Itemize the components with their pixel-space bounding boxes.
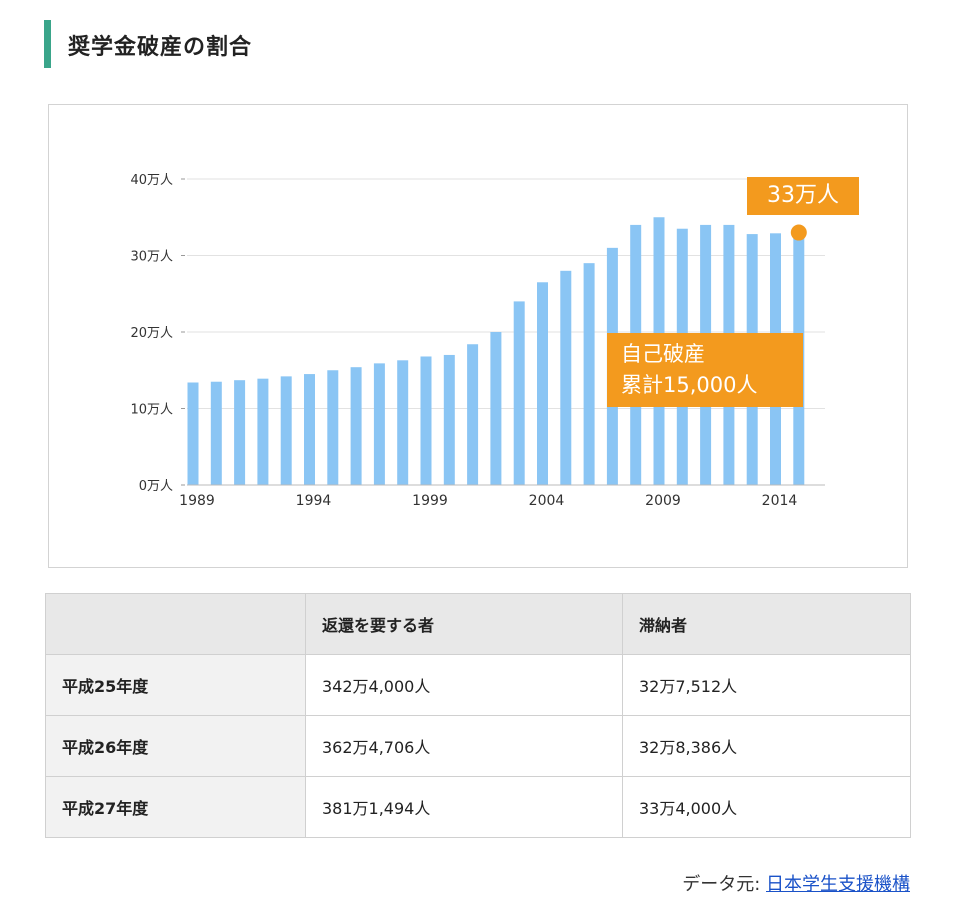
marker-callout: 33万人 — [747, 177, 859, 215]
bar — [560, 270, 572, 485]
table-row: 平成27年度 381万1,494人 33万4,000人 — [45, 776, 911, 838]
y-tick-label: 0万人 — [139, 479, 173, 494]
bar — [327, 370, 339, 485]
x-tick-label: 2014 — [762, 493, 798, 509]
table-row: 平成25年度 342万4,000人 32万7,512人 — [45, 654, 911, 716]
row-label: 平成27年度 — [45, 776, 306, 838]
x-tick-label: 1994 — [296, 493, 332, 509]
cell-delinquent: 32万7,512人 — [622, 654, 911, 716]
table-row: 平成26年度 362万4,706人 32万8,386人 — [45, 715, 911, 777]
bar — [490, 332, 502, 485]
heading-accent-bar — [44, 20, 51, 68]
page-title: 奨学金破産の割合 — [68, 35, 253, 60]
source-label: データ元: — [682, 874, 766, 895]
bar — [513, 301, 525, 485]
annotation-line-1: 自己破産 — [621, 342, 705, 366]
bar — [397, 360, 409, 485]
table-header-row: 返還を要する者 滞納者 — [45, 593, 911, 655]
y-tick-label: 10万人 — [130, 403, 173, 418]
bar — [583, 263, 595, 485]
bar — [373, 363, 385, 485]
chart-container: 0万人 10万人 20万人 30万人 40万人 1989 1994 1999 2004 2009 2… — [48, 104, 908, 568]
bar — [537, 282, 548, 485]
cell-delinquent: 33万4,000人 — [622, 776, 911, 838]
bar — [234, 380, 246, 485]
cell-repayers: 381万1,494人 — [305, 776, 623, 838]
bar — [257, 378, 269, 485]
y-tick-label: 40万人 — [130, 173, 173, 188]
data-table: 返還を要する者 滞納者 平成25年度 342万4,000人 32万7,512人 … — [45, 593, 911, 838]
annotation-callout: 自己破産 累計15,000人 — [607, 333, 803, 407]
row-label: 平成26年度 — [45, 715, 306, 777]
x-tick-label: 1999 — [412, 493, 448, 509]
bar — [350, 367, 362, 485]
table-header-delinquent: 滞納者 — [622, 593, 911, 655]
data-source: データ元: 日本学生支援機構 — [682, 870, 910, 896]
table-header-repayers: 返還を要する者 — [305, 593, 623, 655]
cell-repayers: 342万4,000人 — [305, 654, 623, 716]
bar — [210, 381, 222, 485]
bar — [420, 356, 432, 485]
table-header-blank — [45, 593, 306, 655]
section-heading: 奨学金破産の割合 — [44, 20, 924, 68]
cell-delinquent: 32万8,386人 — [622, 715, 911, 777]
annotation-line-2: 累計15,000人 — [621, 373, 758, 397]
bar — [304, 374, 315, 485]
y-tick-label: 30万人 — [130, 250, 173, 265]
bar — [280, 376, 292, 485]
x-tick-label: 2004 — [529, 493, 565, 509]
source-link[interactable]: 日本学生支援機構 — [766, 874, 910, 895]
bar — [187, 382, 199, 485]
x-tick-label: 2009 — [645, 493, 681, 509]
end-marker — [790, 224, 807, 241]
y-tick-label: 20万人 — [130, 326, 173, 341]
cell-repayers: 362万4,706人 — [305, 715, 623, 777]
bar — [443, 354, 455, 485]
row-label: 平成25年度 — [45, 654, 306, 716]
bar — [467, 344, 479, 485]
x-tick-label: 1989 — [179, 493, 215, 509]
